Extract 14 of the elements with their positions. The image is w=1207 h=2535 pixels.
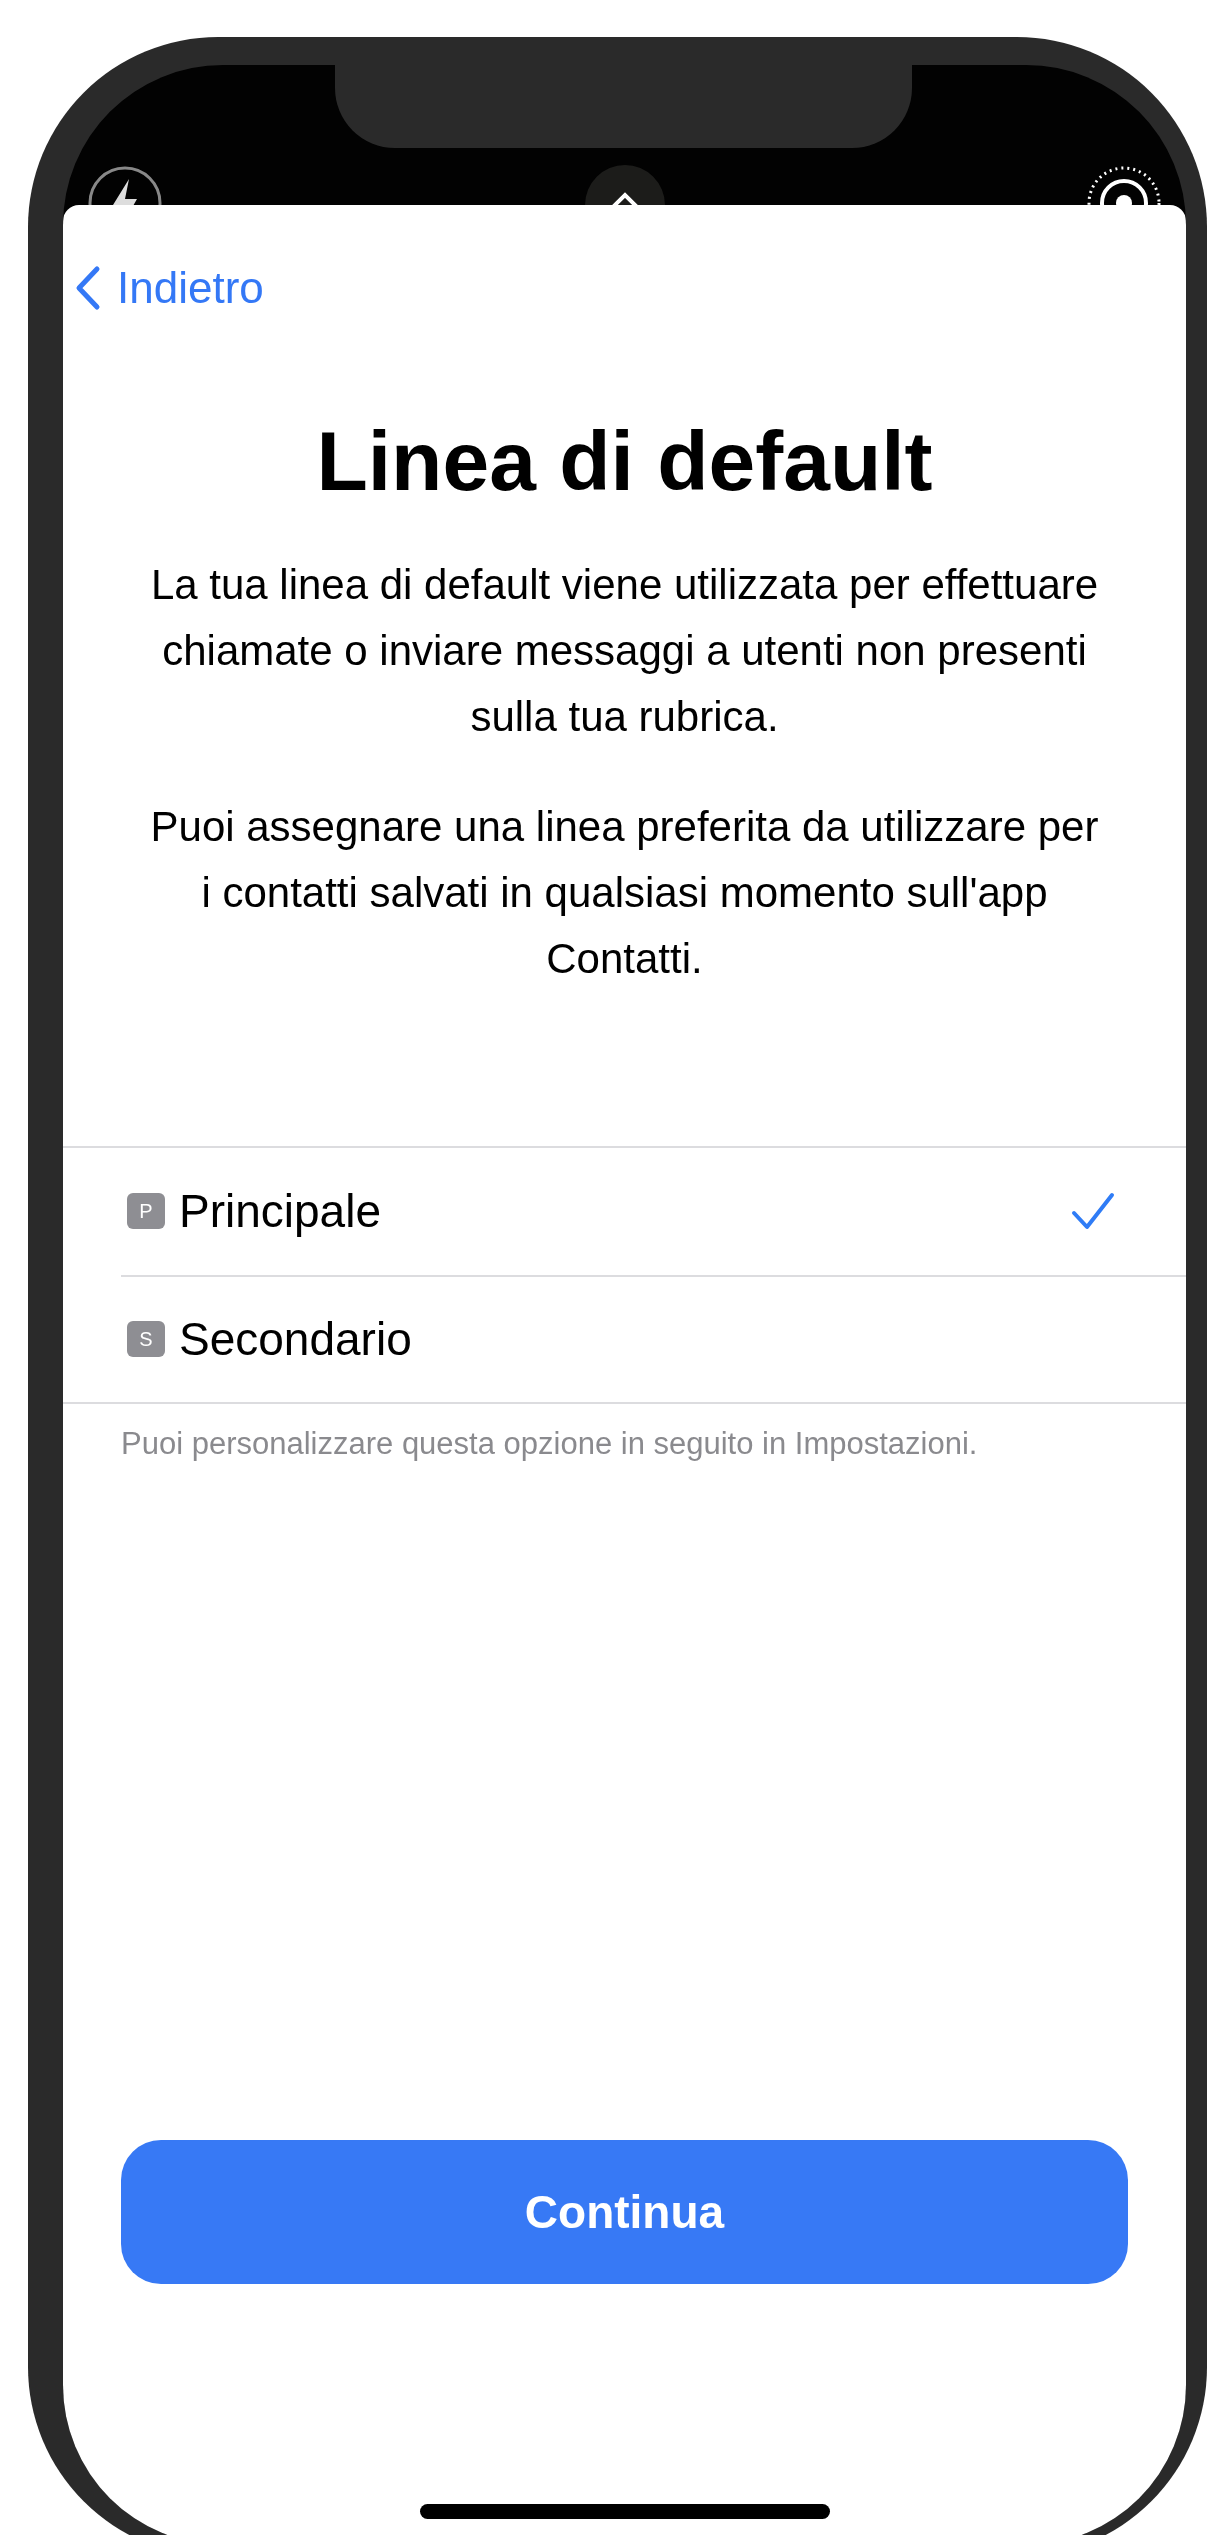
line-badge: P [127,1193,165,1230]
line-option[interactable]: P Principale [121,1147,1186,1275]
footnote-text: Puoi personalizzare questa opzione in seguito in Impostazioni. [121,1424,979,1463]
back-button[interactable]: Indietro [63,205,264,321]
line-badge: S [127,1321,165,1358]
page-title: Linea di default [315,413,934,510]
chevron-left-icon [75,265,101,311]
description-text: Puoi assegnare una linea preferita da utilizzare per i contatti salvati in qualsiasi momento sull'app Contatti. [149,801,1100,984]
checkmark-icon [1070,1191,1116,1232]
line-label: Principale [179,1183,382,1239]
line-label: Secondario [179,1311,413,1367]
description-text: La tua linea di default viene utilizzata per effettuare chiamate o inviare messaggi a utenti non presenti sulla tua rubrica. [149,559,1100,742]
continue-button[interactable]: Continua [121,2140,1128,2284]
line-option[interactable]: S Secondario [121,1274,1186,1402]
